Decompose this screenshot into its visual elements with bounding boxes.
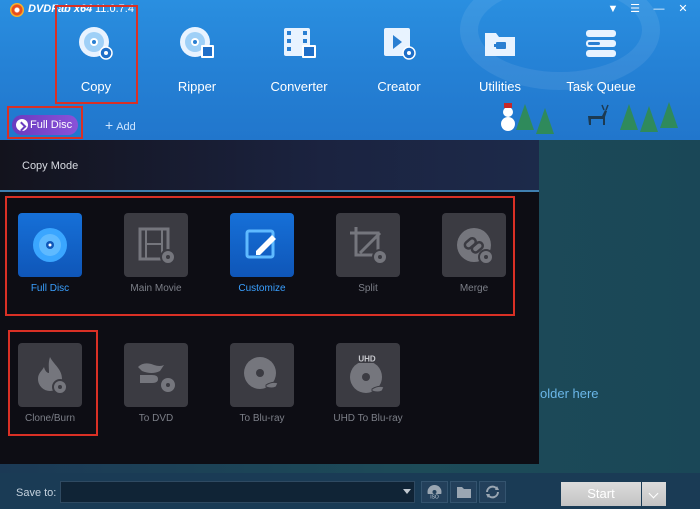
nav-task-queue[interactable]: Task Queue	[556, 20, 646, 102]
save-to-label: Save to:	[16, 487, 57, 499]
mode-icon-bg: UHD	[336, 343, 400, 407]
iso-disc-icon: ISO	[427, 485, 442, 500]
refresh-button[interactable]	[479, 481, 506, 503]
pin-icon[interactable]: ▼	[606, 2, 620, 16]
mode-uhd-to-bluray[interactable]: UHD UHD To Blu-ray	[323, 343, 413, 443]
to-bluray-icon	[244, 357, 279, 389]
ripper-disc-icon	[180, 27, 214, 58]
add-label: Add	[116, 121, 136, 133]
panel-divider	[0, 190, 539, 192]
task-queue-icon	[586, 30, 616, 57]
creator-film-icon	[384, 28, 416, 60]
svg-text:ISO: ISO	[430, 494, 439, 500]
mode-to-dvd[interactable]: To DVD	[111, 343, 201, 443]
svg-text:UHD: UHD	[358, 355, 376, 364]
nav-label: Task Queue	[566, 79, 636, 94]
mode-label: UHD To Blu-ray	[333, 413, 403, 424]
nav-label: Utilities	[479, 79, 521, 94]
bluray-to-dvd-icon	[138, 363, 177, 394]
nav-label: Creator	[377, 79, 421, 94]
plus-icon: +	[105, 117, 114, 133]
nav-label: Converter	[270, 79, 328, 94]
full-disc-highlight-box	[7, 106, 83, 139]
menu-icon[interactable]: ☰	[628, 2, 642, 16]
sub-toolbar: Full Disc + Add	[0, 110, 700, 140]
start-options-dropdown[interactable]	[642, 482, 666, 506]
copy-highlight-box	[55, 5, 138, 104]
nav-utilities[interactable]: Utilities	[455, 20, 545, 102]
add-button[interactable]: + Add	[105, 117, 136, 133]
mode-to-bluray[interactable]: To Blu-ray	[217, 343, 307, 443]
close-icon[interactable]: ✕	[676, 2, 690, 16]
mode-icon-bg	[230, 343, 294, 407]
mode-icon-bg	[124, 343, 188, 407]
iso-button[interactable]: ISO	[421, 481, 448, 503]
converter-film-icon	[284, 28, 316, 58]
clone-burn-highlight-box	[8, 330, 98, 436]
nav-ripper[interactable]: Ripper	[152, 20, 242, 102]
start-button[interactable]: Start	[561, 482, 641, 506]
folder-icon	[457, 487, 471, 498]
utilities-folder-icon	[485, 33, 515, 56]
uhd-to-bluray-icon: UHD	[350, 353, 385, 393]
chevron-down-icon[interactable]	[403, 489, 411, 494]
refresh-icon	[486, 485, 499, 499]
drop-hint-text: older here	[540, 386, 599, 401]
nav-label: Ripper	[177, 79, 217, 94]
mode-label: To Blu-ray	[239, 413, 285, 424]
panel-title: Copy Mode	[22, 160, 79, 172]
browse-folder-button[interactable]	[450, 481, 477, 503]
mode-label: To DVD	[138, 413, 174, 424]
nav-creator[interactable]: Creator	[354, 20, 444, 102]
mode-row1-highlight-box	[5, 196, 515, 316]
nav-converter[interactable]: Converter	[254, 20, 344, 102]
save-to-input[interactable]	[60, 481, 415, 503]
dvdfab-logo-icon	[10, 3, 24, 17]
panel-header: Copy Mode	[0, 140, 539, 190]
minimize-icon[interactable]: —	[652, 2, 666, 16]
